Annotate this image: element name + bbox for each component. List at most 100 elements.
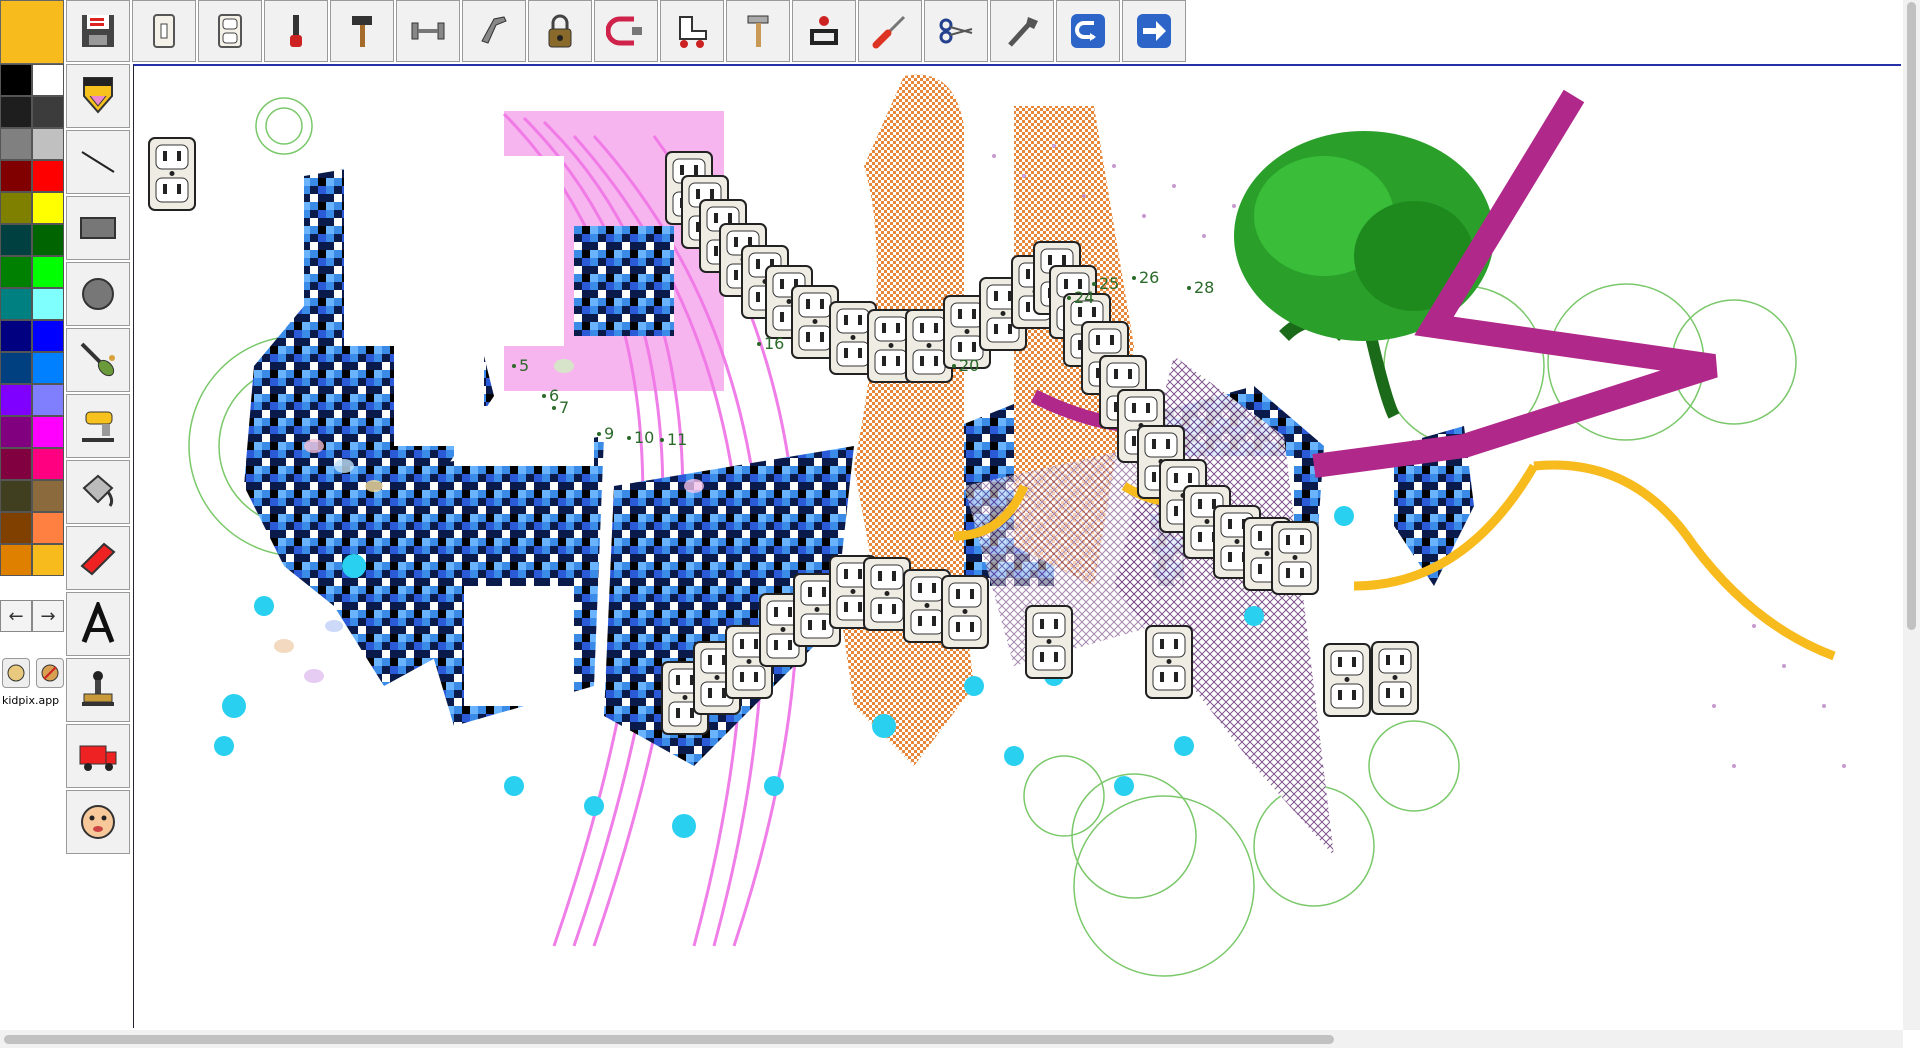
rectangle-icon xyxy=(80,217,116,239)
current-color-swatch[interactable] xyxy=(0,0,64,64)
dot-number: 26 xyxy=(1139,268,1159,287)
undo-button[interactable] xyxy=(1056,0,1120,62)
color-swatch[interactable] xyxy=(0,192,32,224)
color-swatch[interactable] xyxy=(0,224,32,256)
color-swatch[interactable] xyxy=(32,448,64,480)
palette-row xyxy=(0,480,66,512)
app-icon[interactable] xyxy=(2,658,30,688)
color-swatch[interactable] xyxy=(32,352,64,384)
outlet-button[interactable] xyxy=(198,0,262,62)
color-swatch[interactable] xyxy=(32,224,64,256)
flashlight-button[interactable] xyxy=(264,0,328,62)
palette-row xyxy=(0,96,66,128)
circle-icon xyxy=(82,278,114,310)
wrench-button[interactable] xyxy=(990,0,1054,62)
color-swatch[interactable] xyxy=(0,416,32,448)
dot-number: 5 xyxy=(519,356,529,375)
color-swatch[interactable] xyxy=(0,480,32,512)
dot-number: 24 xyxy=(1074,288,1094,307)
flashlight-icon xyxy=(290,15,302,47)
color-swatch[interactable] xyxy=(0,96,32,128)
next-button[interactable] xyxy=(1122,0,1186,62)
color-swatch[interactable] xyxy=(0,160,32,192)
scissors-icon xyxy=(939,18,973,44)
save-button[interactable] xyxy=(66,0,130,62)
color-swatch[interactable] xyxy=(32,320,64,352)
stapler-icon xyxy=(481,16,507,44)
horizontal-scrollbar-thumb[interactable] xyxy=(4,1035,1334,1044)
palette-prev-button[interactable]: ← xyxy=(0,600,32,632)
scissors-button[interactable] xyxy=(924,0,988,62)
mixer-tool[interactable] xyxy=(66,394,130,458)
color-swatch[interactable] xyxy=(32,64,64,96)
right-arrow-icon xyxy=(1137,14,1171,48)
color-swatch[interactable] xyxy=(0,256,32,288)
color-swatch[interactable] xyxy=(32,256,64,288)
light-switch-icon xyxy=(153,14,175,48)
color-swatch[interactable] xyxy=(32,96,64,128)
text-tool[interactable] xyxy=(66,592,130,656)
color-swatch[interactable] xyxy=(0,64,32,96)
floppy-disk-icon xyxy=(82,15,114,47)
ink-stamp-button[interactable] xyxy=(792,0,856,62)
truck-tool[interactable] xyxy=(66,724,130,788)
dot-number: 20 xyxy=(959,356,979,375)
rectangle-tool[interactable] xyxy=(66,196,130,260)
color-swatch[interactable] xyxy=(32,512,64,544)
stapler-button[interactable] xyxy=(462,0,526,62)
truck-icon xyxy=(79,745,117,771)
eraser-tool[interactable] xyxy=(66,526,130,590)
color-swatch[interactable] xyxy=(0,448,32,480)
mallet-icon xyxy=(747,15,769,47)
horizontal-scrollbar[interactable] xyxy=(0,1030,1903,1048)
face-tool[interactable] xyxy=(66,790,130,854)
color-swatch[interactable] xyxy=(32,192,64,224)
line-tool[interactable] xyxy=(66,130,130,194)
color-swatch[interactable] xyxy=(32,128,64,160)
outlet-icon xyxy=(218,14,242,48)
switch-plate-button[interactable] xyxy=(132,0,196,62)
palette-row xyxy=(0,512,66,544)
paint-bucket-icon xyxy=(82,474,114,507)
color-swatch[interactable] xyxy=(32,384,64,416)
color-swatch[interactable] xyxy=(0,544,32,576)
dot-number: 25 xyxy=(1099,274,1119,293)
vertical-scrollbar-thumb[interactable] xyxy=(1907,2,1916,630)
color-swatch[interactable] xyxy=(0,320,32,352)
face-icon xyxy=(81,805,115,839)
paintbrush-tool[interactable] xyxy=(66,328,130,392)
mallet-button[interactable] xyxy=(726,0,790,62)
paint-bucket-tool[interactable] xyxy=(66,460,130,524)
color-swatch[interactable] xyxy=(0,352,32,384)
color-swatch[interactable] xyxy=(32,288,64,320)
roller-skate-icon xyxy=(679,16,707,48)
pencil-tool[interactable] xyxy=(66,64,130,128)
color-swatch[interactable] xyxy=(32,544,64,576)
screwdriver-button[interactable] xyxy=(858,0,922,62)
roller-skate-button[interactable] xyxy=(660,0,724,62)
palette-next-button[interactable]: → xyxy=(32,600,64,632)
color-swatch[interactable] xyxy=(0,128,32,160)
clamp-button[interactable] xyxy=(594,0,658,62)
canvas-drawing: 5 6 7 9 10 11 16 20 24 25 26 28 xyxy=(148,74,1846,977)
app-icon[interactable] xyxy=(36,658,64,688)
hammer-button[interactable] xyxy=(330,0,394,62)
palette-pager: ← → xyxy=(0,600,64,632)
dumbbell-button[interactable] xyxy=(396,0,460,62)
eraser-icon xyxy=(80,542,116,576)
oval-tool[interactable] xyxy=(66,262,130,326)
drawing-canvas[interactable]: 5 6 7 9 10 11 16 20 24 25 26 28 xyxy=(133,64,1901,1028)
screwdriver-icon xyxy=(872,15,906,49)
vertical-scrollbar[interactable] xyxy=(1903,0,1920,1030)
color-swatch[interactable] xyxy=(32,416,64,448)
padlock-button[interactable] xyxy=(528,0,592,62)
color-swatch[interactable] xyxy=(32,160,64,192)
color-swatch[interactable] xyxy=(0,288,32,320)
color-swatch[interactable] xyxy=(32,480,64,512)
color-swatch[interactable] xyxy=(0,384,32,416)
stamp-tool[interactable] xyxy=(66,658,130,722)
dot-number: 6 xyxy=(549,386,559,405)
color-swatch[interactable] xyxy=(0,512,32,544)
dumbbell-icon xyxy=(411,22,445,40)
padlock-icon xyxy=(548,14,572,48)
